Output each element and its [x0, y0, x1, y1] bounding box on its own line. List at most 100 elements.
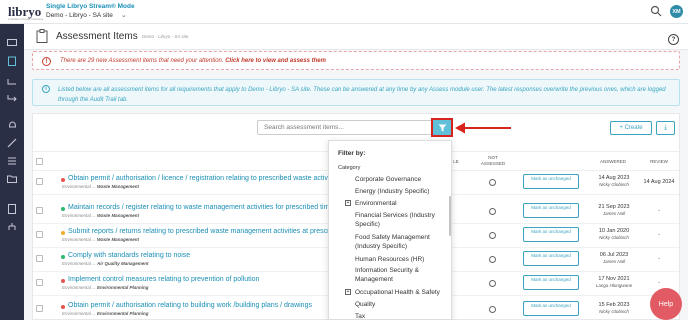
logo-subtitle: a Wolters Kluwer business — [8, 17, 44, 21]
route-icon[interactable] — [6, 78, 18, 88]
filter-category-item[interactable]: Financial Services (Industry Specific) — [355, 211, 447, 229]
mark-unchanged-button[interactable]: Mark as unchanged — [523, 203, 579, 218]
folder-icon[interactable] — [6, 174, 18, 184]
review-date: - — [658, 208, 660, 214]
filter-category-item[interactable]: Environmental — [355, 199, 447, 208]
assessment-category: Environmental ... Environmental Planning — [62, 285, 149, 290]
review-date: - — [658, 232, 660, 238]
org-chart-icon[interactable] — [6, 222, 18, 232]
category-path: Environmental ... — [62, 237, 98, 242]
review-date: 14 Aug 2024 — [643, 179, 675, 185]
col-not-assessed: NOT ASSESSED — [480, 155, 506, 166]
row-checkbox[interactable] — [36, 255, 43, 262]
category-name: Waste Management — [97, 213, 139, 218]
review-date: - — [658, 256, 660, 262]
row-checkbox[interactable] — [36, 178, 43, 185]
not-assessed-radio[interactable] — [489, 256, 496, 263]
list-icon[interactable] — [6, 156, 18, 166]
assessment-title[interactable]: Obtain permit / authorisation / licence … — [68, 175, 340, 182]
search-input[interactable]: Search assessment items... — [257, 120, 433, 135]
answered-by: Nicky Globisch — [599, 309, 629, 314]
document-icon[interactable] — [6, 204, 18, 214]
annotation-arrow — [455, 122, 511, 134]
tools-icon[interactable] — [6, 138, 18, 148]
avatar[interactable]: XM — [670, 5, 683, 18]
info-text: Listed below are all assessment items fo… — [58, 87, 666, 103]
filter-category-item[interactable]: Information Security & Management — [355, 266, 447, 284]
mark-unchanged-button[interactable]: Mark as unchanged — [523, 301, 579, 316]
assessment-category: Environmental ... Waste Management — [62, 237, 139, 242]
assessment-title[interactable]: Maintain records / register relating to … — [68, 204, 342, 211]
monitor-icon[interactable] — [6, 38, 18, 48]
status-dot — [61, 207, 65, 211]
row-checkbox[interactable] — [36, 305, 43, 312]
filter-category-item[interactable]: Tax — [355, 312, 447, 319]
answered-date: 17 Nov 2021 — [598, 276, 630, 282]
not-assessed-radio[interactable] — [489, 280, 496, 287]
expand-plus-icon[interactable]: + — [345, 289, 351, 295]
download-icon[interactable]: ⤓ — [656, 121, 675, 135]
search-icon[interactable] — [650, 5, 662, 17]
mark-unchanged-button[interactable]: Mark as unchanged — [523, 174, 579, 189]
answered-by: James Hall — [602, 211, 626, 216]
not-assessed-radio[interactable] — [489, 232, 496, 239]
status-dot — [61, 178, 65, 182]
breadcrumb: Demo - Libryo - SA site — [142, 34, 189, 39]
assessment-title[interactable]: Obtain permit / authorisation relating t… — [68, 302, 312, 309]
site-selector[interactable]: Demo - Libryo - SA site ⌄ — [46, 11, 127, 20]
not-assessed-radio[interactable] — [489, 179, 496, 186]
info-icon: i — [42, 85, 50, 93]
filter-category-item[interactable]: Quality — [355, 300, 447, 309]
filter-category-item[interactable]: Human Resources (HR) — [355, 255, 447, 264]
mark-unchanged-button[interactable]: Mark as unchanged — [523, 275, 579, 290]
filter-category-item[interactable]: Energy (Industry Specific) — [355, 187, 447, 196]
col-review: REVIEW — [650, 159, 668, 164]
alert-text: There are 29 new Assessment items that n… — [60, 58, 326, 64]
select-all-checkbox[interactable] — [36, 158, 43, 165]
filter-category-item[interactable]: Occupational Health & Safety — [355, 288, 447, 297]
col-le: LE — [453, 159, 459, 164]
assessment-title[interactable]: Comply with standards relating to noise — [68, 252, 190, 259]
filter-dropdown: Filter by: Category Corporate Governance… — [328, 140, 452, 320]
alert-message: There are 29 new Assessment items that n… — [60, 58, 226, 64]
filter-title: Filter by: — [338, 150, 366, 157]
review-date: - — [658, 280, 660, 286]
filter-category-item[interactable]: Corporate Governance — [355, 175, 447, 184]
site-name: Demo - Libryo - SA site — [46, 11, 113, 19]
create-button[interactable]: + Create — [610, 121, 652, 135]
not-assessed-radio[interactable] — [489, 208, 496, 215]
category-path: Environmental ... — [62, 285, 98, 290]
help-button[interactable]: Help — [650, 288, 682, 320]
assessment-category: Environmental ... Waste Management — [62, 184, 139, 189]
row-checkbox[interactable] — [36, 279, 43, 286]
clipboard-icon[interactable] — [6, 56, 18, 66]
status-dot — [61, 305, 65, 309]
row-checkbox[interactable] — [36, 207, 43, 214]
dropdown-scrollbar[interactable] — [449, 196, 451, 236]
top-bar: libryo a Wolters Kluwer business Single … — [0, 0, 688, 24]
page-title: Assessment Items — [56, 31, 138, 42]
category-name: Waste Management — [97, 237, 139, 242]
assessment-title[interactable]: Implement control measures relating to p… — [68, 276, 259, 283]
answered-by: Langa Hlongwane — [595, 283, 633, 288]
bell-icon[interactable] — [6, 120, 18, 130]
assessment-title[interactable]: Submit reports / returns relating to pre… — [68, 228, 343, 235]
mark-unchanged-button[interactable]: Mark as unchanged — [523, 227, 579, 242]
mark-unchanged-button[interactable]: Mark as unchanged — [523, 251, 579, 266]
warning-icon: ! — [42, 57, 51, 66]
answered-by: James Hall — [602, 259, 626, 264]
answered-date: 21 Sep 2023 — [598, 204, 630, 210]
enter-icon[interactable] — [6, 93, 18, 103]
row-checkbox[interactable] — [36, 231, 43, 238]
status-dot — [61, 279, 65, 283]
app-mode-title: Single Libryo Stream® Mode — [46, 3, 135, 10]
assess-items-link[interactable]: Click here to view and assess them — [225, 58, 326, 64]
not-assessed-radio[interactable] — [489, 306, 496, 313]
assessment-category: Environmental ... Air Quality Management — [62, 261, 149, 266]
expand-plus-icon[interactable]: + — [345, 200, 351, 206]
new-items-alert: ! There are 29 new Assessment items that… — [32, 51, 680, 70]
info-alert: i Listed below are all assessment items … — [32, 79, 680, 106]
status-dot — [61, 231, 65, 235]
help-icon[interactable]: ? — [668, 34, 679, 45]
filter-category-item[interactable]: Food Safety Management (Industry Specifi… — [355, 233, 447, 251]
